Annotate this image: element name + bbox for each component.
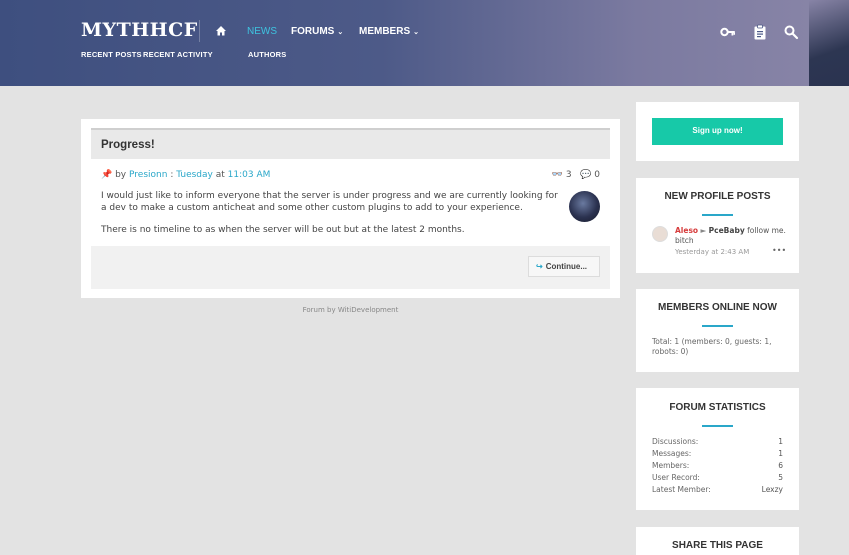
comment-icon: 💬	[580, 170, 592, 180]
online-summary: Total: 1 (members: 0, guests: 1, robots:…	[652, 337, 772, 356]
recent-posts-link[interactable]: RECENT POSTS	[81, 50, 142, 59]
title-underline	[702, 214, 733, 216]
members-online-widget: MEMBERS ONLINE NOW Total: 1 (members: 0,…	[636, 289, 799, 372]
nav-forums[interactable]: FORUMS ⌄	[291, 26, 343, 37]
thread-card: Progress! 📌 by Presionn : Tuesday at 11:…	[81, 119, 620, 298]
widget-title: SHARE THIS PAGE	[672, 540, 763, 551]
clipboard-icon[interactable]	[752, 24, 768, 40]
widget-title: NEW PROFILE POSTS	[664, 191, 771, 202]
profile-post-time[interactable]: Yesterday at 2:43 AM	[675, 248, 749, 256]
post-paragraph: I would just like to inform everyone tha…	[101, 191, 558, 213]
nav-members-label: MEMBERS	[359, 26, 411, 37]
stat-row: Discussions: 1	[652, 437, 783, 446]
by-label: by	[115, 170, 127, 180]
avatar[interactable]	[652, 226, 668, 242]
stat-value: 1	[778, 437, 783, 446]
nav-forums-label: FORUMS	[291, 26, 335, 37]
profile-post: Aleso ► PceBaby follow me. bitch	[675, 226, 787, 246]
footer-credit[interactable]: Forum by WitiDevelopment	[81, 306, 620, 314]
author-avatar[interactable]	[569, 191, 600, 222]
post-day[interactable]: Tuesday	[176, 170, 213, 180]
stat-value: 6	[778, 461, 783, 470]
more-options-icon[interactable]: •••	[772, 246, 786, 255]
home-icon[interactable]	[215, 25, 227, 37]
forum-statistics-widget: FORUM STATISTICS Discussions: 1 Messages…	[636, 388, 799, 510]
continue-label: Continue...	[545, 262, 588, 271]
site-logo[interactable]: MYTHHCF	[81, 19, 198, 41]
chevron-down-icon: ⌄	[337, 29, 344, 36]
widget-title: FORUM STATISTICS	[669, 402, 766, 413]
authors-link[interactable]: AUTHORS	[248, 50, 286, 59]
thread-title[interactable]: Progress!	[91, 128, 610, 159]
key-icon[interactable]	[720, 24, 736, 40]
thread-meta: 📌 by Presionn : Tuesday at 11:03 AM	[101, 170, 270, 180]
header-background-art	[809, 0, 849, 86]
stat-value: 5	[778, 473, 783, 482]
share-widget: SHARE THIS PAGE	[636, 527, 799, 555]
title-underline	[702, 425, 733, 427]
nav-divider	[199, 20, 200, 42]
widget-title: MEMBERS ONLINE NOW	[658, 302, 777, 313]
signup-button[interactable]: Sign up now!	[652, 118, 783, 145]
stat-row: Members: 6	[652, 461, 783, 470]
profile-post-user[interactable]: Aleso	[675, 226, 698, 235]
title-underline	[702, 325, 733, 327]
stat-row: Latest Member: Lexzy	[652, 485, 783, 494]
continue-button[interactable]: ↪ Continue...	[528, 256, 600, 277]
site-header: MYTHHCF RECENT POSTS RECENT ACTIVITY NEW…	[0, 0, 849, 86]
profile-post-target[interactable]: PceBaby	[709, 226, 745, 235]
reply-arrow-icon: ↪	[536, 262, 543, 271]
recent-activity-link[interactable]: RECENT ACTIVITY	[143, 50, 213, 59]
post-paragraph: There is no timeline to as when the serv…	[101, 225, 465, 235]
nav-members[interactable]: MEMBERS ⌄	[359, 26, 419, 37]
thread-stats: 👓 3 💬 0	[552, 170, 600, 180]
signup-widget: Sign up now!	[636, 102, 799, 161]
arrow-right-icon: ►	[700, 226, 707, 235]
thread-container: Progress! 📌 by Presionn : Tuesday at 11:…	[91, 128, 610, 289]
chevron-down-icon: ⌄	[413, 29, 419, 36]
stat-label: Messages:	[652, 449, 692, 458]
latest-member-link[interactable]: Lexzy	[762, 485, 783, 494]
pin-icon: 📌	[101, 170, 113, 180]
stat-row: Messages: 1	[652, 449, 783, 458]
stat-row: User Record: 5	[652, 473, 783, 482]
stat-label: Latest Member:	[652, 485, 711, 494]
thread-footer: ↪ Continue...	[91, 246, 610, 289]
stat-label: Discussions:	[652, 437, 699, 446]
at-label: at	[215, 170, 225, 180]
meta-separator: :	[170, 170, 174, 180]
author-link[interactable]: Presionn	[129, 170, 167, 180]
post-body: I would just like to inform everyone tha…	[101, 191, 561, 237]
nav-news[interactable]: NEWS	[247, 26, 277, 37]
stat-label: Members:	[652, 461, 690, 470]
stat-value: 1	[778, 449, 783, 458]
views-count: 3	[565, 170, 572, 180]
post-time[interactable]: 11:03 AM	[228, 170, 271, 180]
views-icon: 👓	[551, 170, 563, 180]
stat-label: User Record:	[652, 473, 700, 482]
replies-count: 0	[594, 170, 600, 180]
search-icon[interactable]	[783, 24, 799, 40]
profile-posts-widget: NEW PROFILE POSTS Aleso ► PceBaby follow…	[636, 178, 799, 273]
